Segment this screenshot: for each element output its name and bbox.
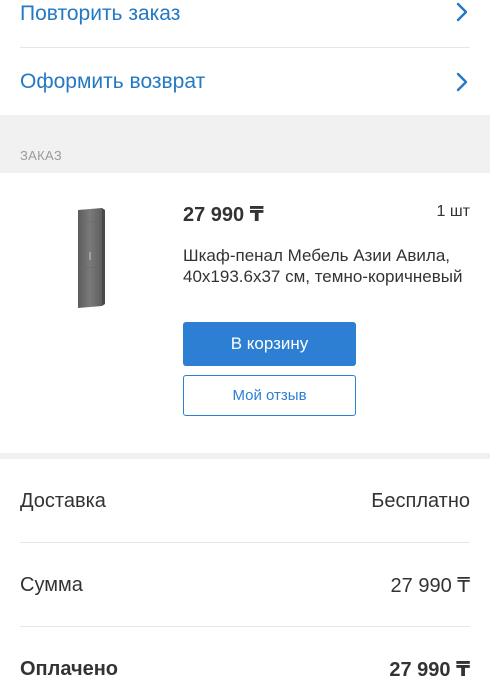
make-return-row[interactable]: Оформить возврат	[0, 52, 490, 112]
repeat-order-label: Повторить заказ	[20, 2, 181, 25]
order-details-page: Повторить заказ Оформить возврат ЗАКАЗ 2…	[0, 0, 490, 699]
paid-label: Оплачено	[20, 657, 118, 680]
delivery-value: Бесплатно	[371, 489, 470, 512]
sum-label: Сумма	[20, 573, 83, 596]
add-to-cart-button[interactable]: В корзину	[183, 322, 356, 366]
sum-value: 27 990 ₸	[390, 574, 470, 597]
order-section-title: ЗАКАЗ	[20, 148, 62, 163]
order-section-header: ЗАКАЗ	[0, 115, 490, 173]
repeat-order-row[interactable]: Повторить заказ	[0, 0, 490, 32]
item-name[interactable]: Шкаф-пенал Мебель Азии Авила, 40x193.6x3…	[183, 245, 463, 287]
paid-row: Оплачено 27 990 ₸	[0, 627, 490, 699]
delivery-row: Доставка Бесплатно	[0, 459, 490, 543]
chevron-right-icon	[454, 72, 470, 92]
product-image[interactable]	[76, 208, 106, 308]
delivery-label: Доставка	[20, 489, 106, 512]
divider	[20, 47, 470, 48]
my-review-button[interactable]: Мой отзыв	[183, 375, 356, 416]
make-return-label: Оформить возврат	[20, 70, 206, 93]
order-item: 27 990 ₸ 1 шт Шкаф-пенал Мебель Азии Ави…	[0, 173, 490, 453]
item-price: 27 990 ₸	[183, 204, 264, 226]
paid-value: 27 990 ₸	[389, 658, 470, 681]
sum-row: Сумма 27 990 ₸	[0, 543, 490, 627]
item-quantity: 1 шт	[436, 203, 470, 220]
chevron-right-icon	[454, 2, 470, 22]
